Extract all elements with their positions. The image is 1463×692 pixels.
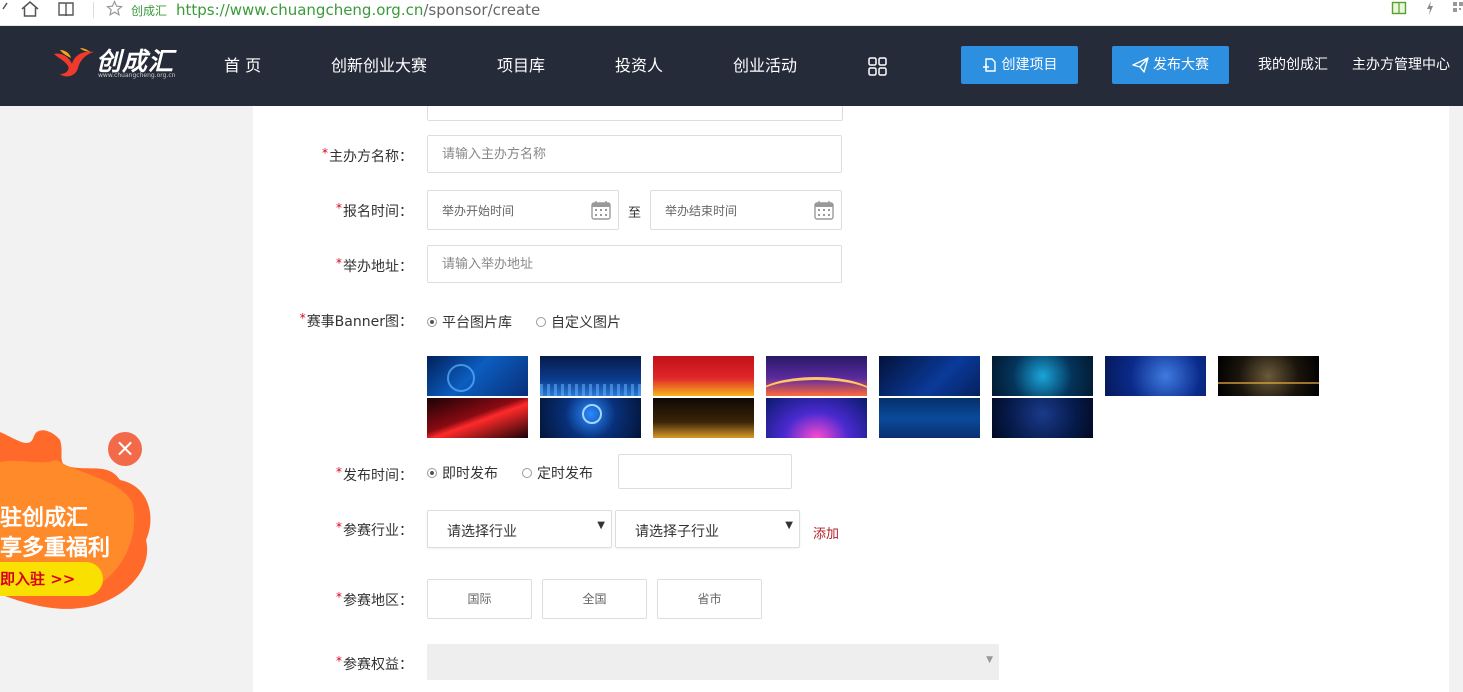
sub-industry-select[interactable]: 请选择子行业 ▼ [615,510,800,548]
divider [93,2,94,18]
home-icon[interactable] [20,0,40,20]
banner-thumbnail[interactable] [540,398,641,438]
nav-investors[interactable]: 投资人 [615,52,663,80]
radio-scheduled-publish[interactable]: 定时发布 [522,463,593,483]
radio-platform-library[interactable]: 平台图片库 [427,312,512,332]
start-date-input[interactable]: 举办开始时间 [427,190,619,230]
add-industry-link[interactable]: 添加 [813,523,839,542]
radio-custom-image[interactable]: 自定义图片 [536,312,621,332]
banner-thumbnail[interactable] [766,356,867,396]
end-date-input[interactable]: 举办结束时间 [650,190,842,230]
logo[interactable]: 创成汇 www.chuangcheng.org.cn [52,42,176,82]
create-project-button[interactable]: 创建项目 [961,46,1078,84]
region-international-button[interactable]: 国际 [427,579,532,619]
url-text[interactable]: https://www.chuangcheng.org.cn/sponsor/c… [176,0,540,20]
promo-line-1: 驻创成汇 [0,506,89,531]
promo-line-2: 享多重福利 [0,536,111,561]
banner-label: *赛事Banner图： [299,311,413,330]
book-icon[interactable] [1391,0,1407,20]
site-header: 创成汇 www.chuangcheng.org.cn 首 页 创新创业大赛 项目… [0,26,1463,106]
nav-projects[interactable]: 项目库 [497,52,545,80]
reader-icon[interactable] [57,0,75,20]
apps-grid-icon[interactable] [868,57,887,76]
region-national-button[interactable]: 全国 [542,579,647,619]
banner-thumbnail[interactable] [879,398,980,438]
address-label: *举办地址： [336,256,413,275]
join-promo-widget: 驻创成汇 享多重福利 即入驻 >> × [0,422,160,622]
address-input[interactable] [427,245,842,283]
nav-contest[interactable]: 创新创业大赛 [331,52,427,80]
dropdown-arrow-icon: ▼ [785,520,793,531]
rights-select[interactable]: ▼ [427,644,999,680]
banner-thumbnail[interactable] [1105,356,1206,396]
schedule-time-input[interactable] [618,454,792,489]
star-icon[interactable] [105,0,124,20]
qr-icon[interactable] [1452,0,1463,20]
nav-home[interactable]: 首 页 [224,52,261,80]
banner-thumbnail[interactable] [879,356,980,396]
banner-thumbnail[interactable] [766,398,867,438]
rights-label: *参赛权益： [336,654,413,673]
region-province-button[interactable]: 省市 [657,579,762,619]
date-range-separator: 至 [628,206,642,221]
add-file-icon [982,58,996,72]
publish-time-label: *发布时间： [336,465,413,484]
banner-thumbnail[interactable] [1218,356,1319,396]
banner-thumbnail[interactable] [653,398,754,438]
join-now-button[interactable]: 即入驻 >> [0,562,103,596]
form-panel: *主办方名称： *报名时间： 举办开始时间 至 举办结束时间 *举办地址： *赛… [253,106,1449,692]
region-label: *参赛地区： [336,590,413,609]
phoenix-logo-icon [54,48,94,77]
close-icon[interactable]: × [108,432,142,466]
banner-thumbnail[interactable] [992,398,1093,438]
my-account-link[interactable]: 我的创成汇 [1258,55,1328,75]
banner-thumbnail[interactable] [653,356,754,396]
publish-contest-button[interactable]: 发布大赛 [1112,46,1229,84]
sponsor-center-link[interactable]: 主办方管理中心 [1352,55,1450,75]
banner-thumbnail[interactable] [992,356,1093,396]
previous-field-input[interactable] [427,106,843,121]
site-name: 创成汇 [131,4,168,18]
calendar-icon [591,201,611,220]
dropdown-arrow-icon: ▼ [597,520,605,531]
organizer-name-input[interactable] [427,135,842,173]
lightning-icon[interactable] [1425,0,1435,20]
paper-plane-icon [1132,57,1149,73]
logo-url: www.chuangcheng.org.cn [98,72,176,79]
radio-publish-now[interactable]: 即时发布 [427,463,498,483]
industry-label: *参赛行业： [336,520,413,539]
back-arrow-icon[interactable] [0,0,8,20]
browser-address-bar: 创成汇 https://www.chuangcheng.org.cn/spons… [0,0,1463,26]
calendar-icon [814,201,834,220]
banner-thumbnail[interactable] [427,398,528,438]
nav-events[interactable]: 创业活动 [733,52,797,80]
signup-time-label: *报名时间： [336,201,413,220]
dropdown-arrow-icon: ▼ [986,655,993,665]
organizer-label: *主办方名称： [322,146,413,165]
banner-thumbnail[interactable] [427,356,528,396]
banner-thumbnail[interactable] [540,356,641,396]
industry-select[interactable]: 请选择行业 ▼ [427,510,612,548]
